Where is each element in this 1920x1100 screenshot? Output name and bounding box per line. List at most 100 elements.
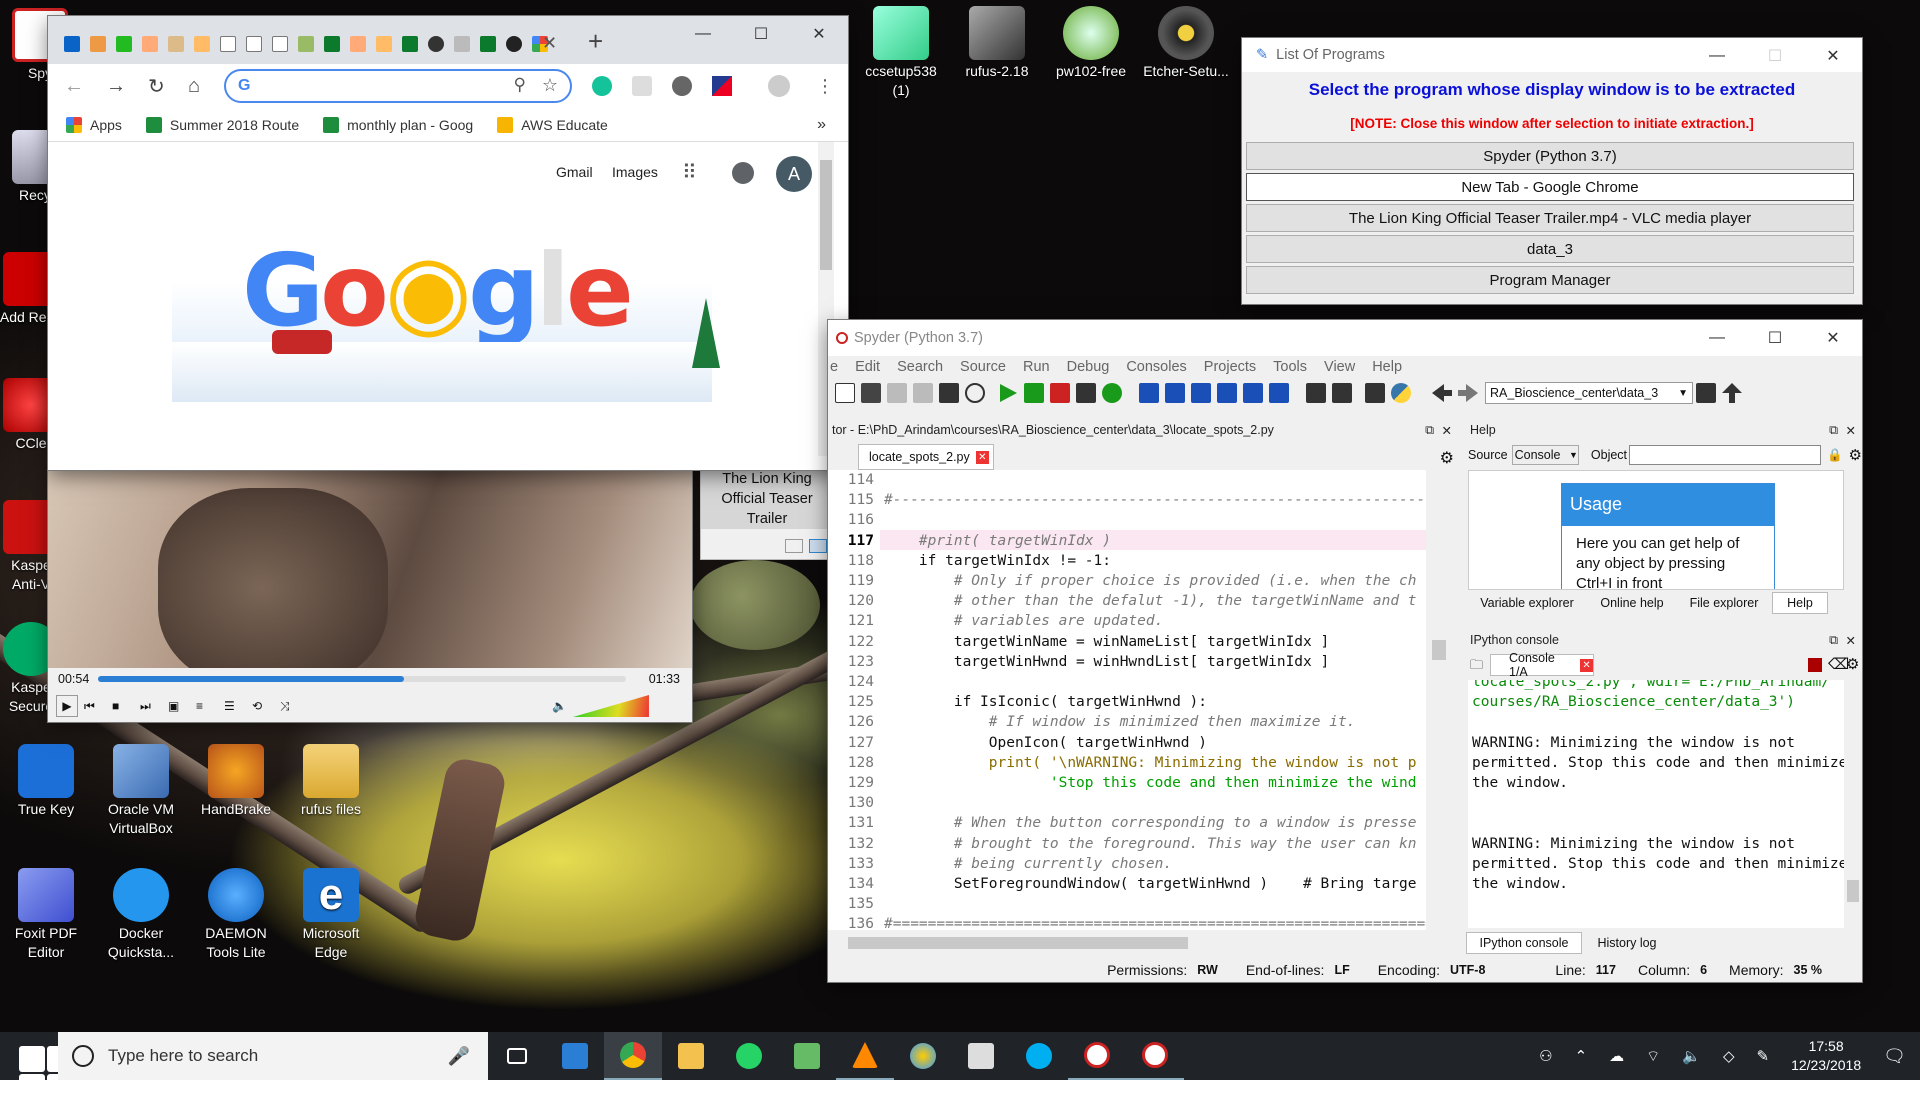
- volume-slider[interactable]: 125%: [572, 695, 649, 717]
- wifi-icon[interactable]: ⌔: [1646, 1047, 1660, 1066]
- bookmark-aws-educate[interactable]: AWS Educate: [497, 116, 608, 133]
- back-icon[interactable]: ←: [64, 75, 84, 98]
- maximize-icon[interactable]: ☐: [1746, 320, 1804, 356]
- menu-edit[interactable]: Edit: [855, 359, 880, 375]
- desktop-icon-etcher[interactable]: Etcher-Setu...: [1142, 6, 1230, 81]
- menu-tools[interactable]: Tools: [1273, 359, 1307, 375]
- tab-online-help[interactable]: Online help: [1588, 592, 1676, 614]
- program-button-spyder[interactable]: Spyder (Python 3.7): [1246, 142, 1854, 170]
- tab-icon[interactable]: [298, 36, 314, 52]
- taskbar-app-calculator[interactable]: [952, 1032, 1010, 1080]
- document-tab-icon[interactable]: [272, 36, 288, 52]
- taskbar-app-chrome[interactable]: [604, 1032, 662, 1080]
- play-icon[interactable]: ▶: [56, 695, 78, 717]
- run-cell-icon[interactable]: [1024, 383, 1044, 403]
- taskbar-app-skype[interactable]: [1010, 1032, 1068, 1080]
- save-icon[interactable]: [887, 383, 907, 403]
- taskbar-app-spyder-2[interactable]: [1126, 1032, 1184, 1080]
- console-vscroll-thumb[interactable]: [1847, 880, 1859, 902]
- stop-kernel-icon[interactable]: [1808, 658, 1822, 672]
- minimize-icon[interactable]: —: [674, 16, 732, 52]
- taskbar-app-paint[interactable]: [894, 1032, 952, 1080]
- editor-tab[interactable]: locate_spots_2.py ✕: [858, 444, 994, 470]
- desktop-icon-rufus-files[interactable]: rufus files: [287, 744, 375, 819]
- list-icon[interactable]: [939, 383, 959, 403]
- office-tab-icon[interactable]: [90, 36, 106, 52]
- address-input[interactable]: [262, 74, 482, 98]
- chrome-scrollbar-thumb[interactable]: [820, 160, 832, 270]
- close-tab-icon[interactable]: ✕: [975, 450, 989, 464]
- fullscreen-icon[interactable]: [1332, 383, 1352, 403]
- step-return-icon[interactable]: [1217, 383, 1237, 403]
- sheets-tab-icon[interactable]: [324, 36, 340, 52]
- step-into-icon[interactable]: [1191, 383, 1211, 403]
- seek-bar[interactable]: [98, 676, 626, 682]
- close-pane-icon[interactable]: ✕: [1846, 633, 1856, 648]
- forward-icon[interactable]: →: [106, 75, 126, 98]
- close-icon[interactable]: ✕: [790, 16, 848, 52]
- open-file-icon[interactable]: [861, 383, 881, 403]
- tab-icon[interactable]: [350, 36, 366, 52]
- lock-icon[interactable]: 🔒: [1827, 448, 1843, 463]
- menu-projects[interactable]: Projects: [1204, 359, 1256, 375]
- desktop-icon-docker[interactable]: Docker Quicksta...: [97, 868, 185, 962]
- new-tab-button[interactable]: +: [588, 26, 603, 57]
- editor-vscroll[interactable]: [1430, 470, 1448, 930]
- save-all-icon[interactable]: [913, 383, 933, 403]
- extension-icon[interactable]: [712, 76, 732, 96]
- list-view-icon[interactable]: [785, 539, 803, 553]
- at-icon[interactable]: [965, 383, 985, 403]
- menu-run[interactable]: Run: [1023, 359, 1050, 375]
- taskbar-app-whatsapp[interactable]: [720, 1032, 778, 1080]
- menu-view[interactable]: View: [1324, 359, 1355, 375]
- github-tab-icon[interactable]: [506, 36, 522, 52]
- desktop-icon-foxit[interactable]: Foxit PDF Editor: [2, 868, 90, 962]
- run-selection-icon[interactable]: [1076, 383, 1096, 403]
- editor-options-gear-icon[interactable]: ⚙: [1440, 448, 1454, 468]
- desktop-icon-daemon-tools[interactable]: DAEMON Tools Lite: [192, 868, 280, 962]
- task-view-button[interactable]: [488, 1032, 546, 1080]
- editor-hscroll[interactable]: [828, 934, 1426, 952]
- document-tab-icon[interactable]: [220, 36, 236, 52]
- menu-dots-icon[interactable]: ⋮: [816, 76, 834, 97]
- clock[interactable]: 17:58 12/23/2018: [1791, 1037, 1861, 1075]
- browse-folder-icon[interactable]: [1696, 383, 1716, 403]
- working-directory-combo[interactable]: RA_Bioscience_center\data_3 ▼: [1485, 382, 1693, 404]
- bookmark-monthly-plan[interactable]: monthly plan - Goog: [323, 116, 473, 133]
- playlist-icon[interactable]: [809, 539, 827, 553]
- tab-icon[interactable]: [428, 36, 444, 52]
- debug-icon[interactable]: [1139, 383, 1159, 403]
- desktop-icon-edge[interactable]: e Microsoft Edge: [287, 868, 375, 962]
- shuffle-icon[interactable]: ⤨: [280, 699, 302, 714]
- previous-icon[interactable]: ⏮: [84, 699, 106, 714]
- source-select[interactable]: Console ▼: [1511, 445, 1579, 465]
- next-icon[interactable]: ⏭: [140, 699, 162, 714]
- tab-icon[interactable]: [142, 36, 158, 52]
- tab-file-explorer[interactable]: File explorer: [1676, 592, 1772, 614]
- undock-icon[interactable]: ⧉: [1829, 633, 1838, 648]
- bookmark-summer-route[interactable]: Summer 2018 Route: [145, 116, 299, 133]
- continue-icon[interactable]: [1243, 383, 1263, 403]
- folder-browse-icon[interactable]: 🗀: [1470, 656, 1483, 678]
- bookmark-apps[interactable]: Apps: [66, 116, 122, 133]
- sheets-tab-icon[interactable]: [402, 36, 418, 52]
- google-doodle[interactable]: Go◉gle: [172, 202, 720, 402]
- back-arrow-icon[interactable]: [1432, 384, 1452, 402]
- program-button-program-manager[interactable]: Program Manager: [1246, 266, 1854, 294]
- menu-source[interactable]: Source: [960, 359, 1006, 375]
- code-area[interactable]: 114 115 116 117 118 119 120 121 122 123 124 125 126 1…: [828, 470, 1426, 930]
- people-icon[interactable]: ⚇: [1539, 1047, 1552, 1065]
- undock-icon[interactable]: ⧉: [1425, 423, 1434, 438]
- tab-history-log[interactable]: History log: [1584, 932, 1670, 954]
- more-bookmarks-icon[interactable]: »: [817, 116, 826, 134]
- desktop-icon-rufus[interactable]: rufus-2.18: [953, 6, 1041, 81]
- document-tab-icon[interactable]: [246, 36, 262, 52]
- taskbar-app-notepad[interactable]: [778, 1032, 836, 1080]
- desktop-icon-handbrake[interactable]: HandBrake: [192, 744, 280, 819]
- menu-file[interactable]: e: [830, 359, 838, 375]
- maximize-icon[interactable]: ☐: [732, 16, 790, 52]
- tab-variable-explorer[interactable]: Variable explorer: [1466, 592, 1588, 614]
- gmail-link[interactable]: Gmail: [556, 164, 593, 180]
- taskbar-search-box[interactable]: Type here to search 🎤: [58, 1032, 488, 1080]
- gear-tab-icon[interactable]: [116, 36, 132, 52]
